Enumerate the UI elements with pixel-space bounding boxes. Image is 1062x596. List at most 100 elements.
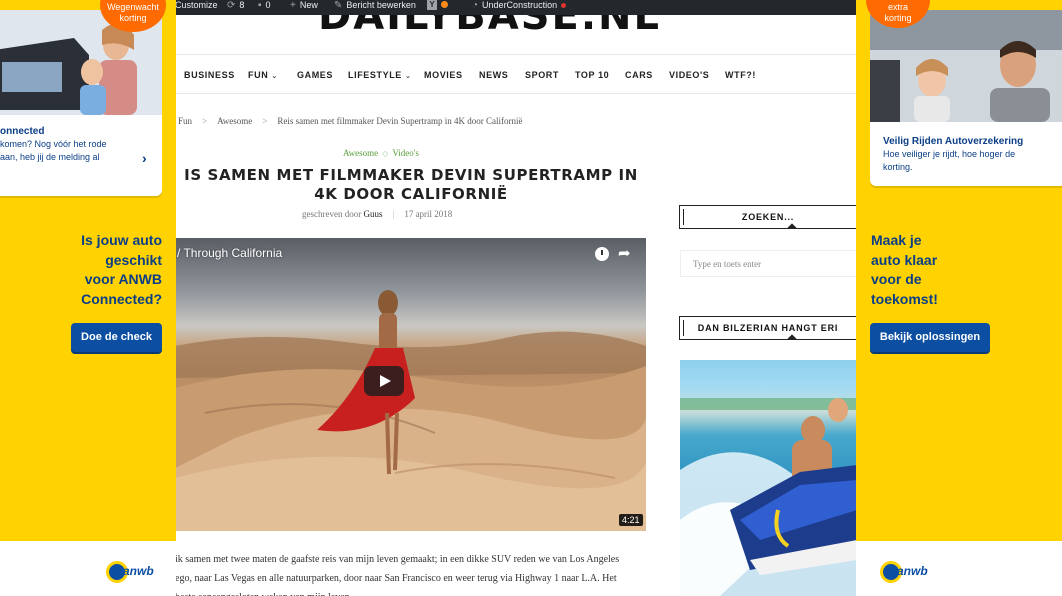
breadcrumb-separator: > [262, 116, 268, 126]
search-widget-title: ZOEKEN... [679, 205, 857, 229]
post-body: ik samen met twee maten de gaafste reis … [175, 550, 645, 596]
ad-card-line: korting. [883, 162, 913, 172]
plus-icon: + [290, 0, 296, 11]
ad-headline-line: voor ANWB [84, 271, 162, 287]
nav-item-videos[interactable]: VIDEO'S [669, 70, 709, 80]
nav-item-wtf[interactable]: WTF?! [725, 70, 756, 80]
ad-headline-line: Connected? [81, 290, 162, 307]
yoast-icon: Y [427, 0, 437, 10]
admin-under-construction-label: UnderConstruction [482, 0, 558, 10]
nav-item-movies[interactable]: MOVIES [424, 70, 463, 80]
ad-card-line: Hoe veiliger je rijdt, hoe hoger de [883, 149, 1016, 159]
admin-comments-link[interactable]: ▪ 0 [258, 0, 271, 15]
badge-line: korting [119, 13, 147, 23]
video-player[interactable]: / Through California ➦ 4:21 [175, 238, 646, 531]
comment-icon: ▪ [258, 0, 262, 11]
ad-card-line: komen? Nog vóór het rode [0, 139, 107, 149]
nav-item-business[interactable]: BUSINESS [184, 70, 235, 80]
watch-later-icon[interactable] [595, 247, 609, 261]
body-line: beste aaneengesloten weken van mijn leve… [175, 588, 645, 596]
nav-item-lifestyle[interactable]: LIFESTYLE ⌄ [348, 70, 411, 80]
breadcrumb-item[interactable]: Awesome [217, 116, 252, 126]
construction-icon: ◔ [472, 0, 479, 11]
badge-line: extra [887, 2, 908, 12]
anwb-ad-right[interactable]: Veilig Rijden Autoverzekering Hoe veilig… [856, 0, 1062, 596]
featured-post-image[interactable] [680, 360, 857, 596]
nav-item-lifestyle-label: LIFESTYLE [348, 70, 402, 80]
site-logo-text: DAILYBASE.NL [318, 15, 661, 37]
seo-status-dot [441, 1, 448, 8]
nav-item-fun-label: FUN [248, 70, 269, 80]
ad-headline-line: Maak je [871, 232, 922, 248]
video-title[interactable]: / Through California [177, 246, 282, 260]
breadcrumb: Fun > Awesome > Reis samen met filmmaker Dev… [178, 116, 523, 126]
ad-card-title: Veilig Rijden Autoverzekering [883, 136, 1024, 147]
post-title: IS SAMEN MET FILMMAKER DEVIN SUPERTRAMP … [184, 166, 638, 203]
ad-headline-line: voor de [871, 271, 922, 287]
construction-status-dot [561, 3, 567, 8]
badge-line: Wegenwacht [107, 2, 159, 12]
nav-item-sport[interactable]: SPORT [525, 70, 559, 80]
anwb-logo-text: anwb [123, 564, 154, 578]
nav-item-news[interactable]: NEWS [479, 70, 508, 80]
site-logo[interactable]: DAILYBASE.NL [318, 15, 728, 37]
post-meta: geschreven door Guus | 17 april 2018 [302, 209, 452, 219]
badge-line: korting [884, 13, 912, 23]
anwb-logo-text: anwb [897, 564, 928, 578]
admin-updates-count: 8 [239, 0, 245, 10]
ad-card[interactable]: onnected komen? Nog vóór het rode aan, h… [0, 10, 162, 196]
post-date: 17 april 2018 [404, 209, 453, 219]
nav-item-top10[interactable]: TOP 10 [575, 70, 609, 80]
ad-card-text: Hoe veiliger je rijdt, hoe hoger de kort… [883, 148, 1015, 174]
category-link[interactable]: Video's [392, 148, 419, 158]
post-author[interactable]: Guus [363, 209, 382, 219]
admin-customize-label: Customize [175, 0, 218, 10]
chevron-right-icon[interactable]: › [142, 150, 147, 166]
ad-card-title: onnected [0, 126, 45, 137]
breadcrumb-separator: > [202, 116, 208, 126]
search-input[interactable]: Type en toets enter [680, 250, 857, 277]
pencil-icon: ✎ [334, 0, 343, 11]
nav-item-games[interactable]: GAMES [297, 70, 333, 80]
admin-new-link[interactable]: + New [290, 0, 318, 15]
admin-updates-link[interactable]: ⟳ 8 [227, 0, 244, 15]
admin-edit-post-label: Bericht bewerken [346, 0, 416, 10]
main-nav: BUSINESS FUN ⌄ GAMES LIFESTYLE ⌄ MOVIES … [175, 54, 857, 94]
video-thumbnail [175, 290, 646, 531]
ad-headline-line: auto klaar [871, 251, 938, 268]
post-categories: Awesome ◇ Video's [343, 148, 419, 158]
breadcrumb-current: Reis samen met filmmaker Devin Supertram… [277, 116, 523, 126]
ad-headline-line: toekomst! [871, 290, 938, 307]
diamond-separator-icon: ◇ [382, 149, 389, 158]
meta-divider: | [392, 209, 395, 219]
ad-headline: Maak je auto klaar voor de toekomst! [871, 231, 938, 309]
anwb-ad-left[interactable]: onnected komen? Nog vóór het rode aan, h… [0, 0, 176, 596]
ad-card[interactable]: Veilig Rijden Autoverzekering Hoe veilig… [870, 10, 1062, 186]
ad-cta-button[interactable]: Bekijk oplossingen [870, 323, 990, 352]
ad-cta-button[interactable]: Doe de check [71, 323, 162, 352]
ad-headline: Is jouw auto geschikt voor ANWB Connecte… [81, 231, 162, 309]
admin-under-construction-link[interactable]: ◔ UnderConstruction [472, 0, 567, 15]
featured-widget-title: DAN BILZERIAN HANGT ERI [679, 316, 857, 340]
ad-card-text: komen? Nog vóór het rode aan, heb jij de… [0, 138, 107, 164]
body-line: ik samen met twee maten de gaafste reis … [175, 554, 620, 565]
admin-edit-post-link[interactable]: ✎ Bericht bewerken [334, 0, 416, 15]
jetski-photo [680, 398, 857, 596]
breadcrumb-item[interactable]: Fun [178, 116, 192, 126]
ad-headline-line: Is jouw auto [81, 232, 162, 248]
discount-badge: extra korting [866, 0, 930, 28]
video-duration: 4:21 [619, 514, 643, 526]
admin-customize-link[interactable]: Customize [175, 0, 218, 15]
admin-yoast-link[interactable]: Y [427, 0, 448, 15]
admin-comments-count: 0 [265, 0, 271, 10]
chevron-down-icon: ⌄ [405, 73, 412, 80]
ad-card-line: aan, heb jij de melding al [0, 152, 100, 162]
ad-headline-line: geschikt [105, 251, 162, 268]
nav-item-fun[interactable]: FUN ⌄ [248, 70, 278, 80]
play-button[interactable] [364, 366, 404, 396]
share-icon[interactable]: ➦ [618, 244, 631, 262]
chevron-down-icon: ⌄ [271, 73, 278, 80]
category-link[interactable]: Awesome [343, 148, 378, 158]
refresh-icon: ⟳ [227, 0, 236, 11]
nav-item-cars[interactable]: CARS [625, 70, 653, 80]
